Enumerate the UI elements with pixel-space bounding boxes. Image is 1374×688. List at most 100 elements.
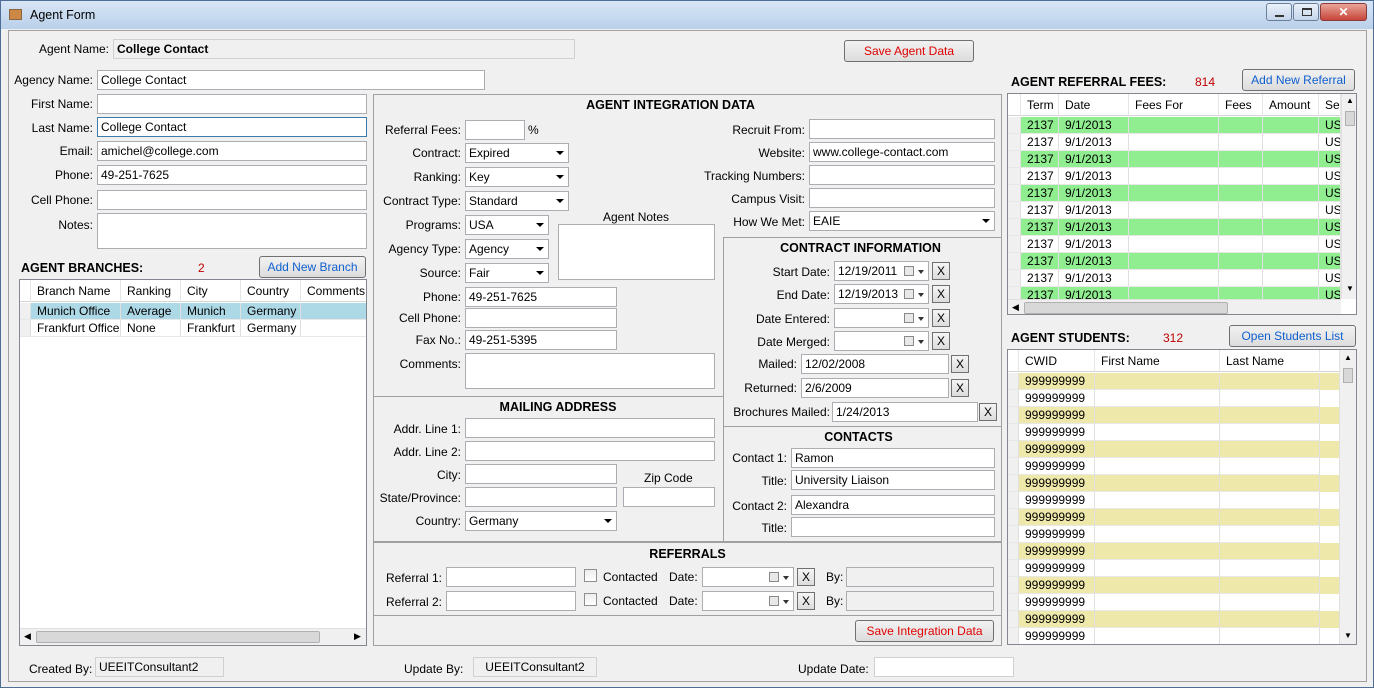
add-new-branch-button[interactable]: Add New Branch — [259, 256, 366, 278]
fee-row[interactable]: 2137 9/1/2013 US — [1008, 168, 1341, 185]
integration-cell-input[interactable] — [465, 308, 617, 328]
scroll-right-icon[interactable]: ▶ — [354, 631, 361, 642]
programs-select[interactable]: USA — [465, 215, 549, 235]
date-merged-picker[interactable] — [834, 331, 929, 351]
maximize-button[interactable] — [1293, 3, 1319, 21]
fees-col-date[interactable]: Date — [1059, 94, 1129, 116]
addr1-input[interactable] — [465, 418, 715, 438]
student-row[interactable]: 999999999 — [1008, 475, 1339, 492]
branch-row[interactable]: Munich Office Average Munich Germany — [20, 303, 366, 320]
brochures-mailed-input[interactable]: 1/24/2013 — [832, 402, 978, 422]
branches-hscrollbar[interactable]: ◀ ▶ — [20, 628, 366, 645]
referral1-date-picker[interactable] — [702, 567, 794, 587]
open-students-list-button[interactable]: Open Students List — [1229, 325, 1356, 347]
student-row[interactable]: 999999999 — [1008, 611, 1339, 628]
branch-row[interactable]: Frankfurt Office None Frankfurt Germany — [20, 320, 366, 337]
fee-row[interactable]: 2137 9/1/2013 US — [1008, 253, 1341, 270]
student-row[interactable]: 999999999 — [1008, 458, 1339, 475]
referral1-input[interactable] — [446, 567, 576, 587]
scroll-thumb[interactable] — [1024, 302, 1228, 314]
student-row[interactable]: 999999999 — [1008, 492, 1339, 509]
fees-col-fees[interactable]: Fees — [1219, 94, 1263, 116]
fee-row[interactable]: 2137 9/1/2013 US — [1008, 117, 1341, 134]
student-row[interactable]: 999999999 — [1008, 526, 1339, 543]
scroll-up-icon[interactable]: ▲ — [1344, 353, 1352, 362]
student-row[interactable]: 999999999 — [1008, 373, 1339, 390]
fee-row[interactable]: 2137 9/1/2013 US — [1008, 185, 1341, 202]
contract-select[interactable]: Expired — [465, 143, 569, 163]
end-date-picker[interactable]: 12/19/2013 — [834, 284, 929, 304]
date-entered-picker[interactable] — [834, 308, 929, 328]
phone-input[interactable]: 49-251-7625 — [97, 165, 367, 185]
fees-vscrollbar[interactable]: ▲ ▼ — [1341, 94, 1356, 299]
fee-row[interactable]: 2137 9/1/2013 US — [1008, 219, 1341, 236]
branches-col-comments[interactable]: Comments — [301, 280, 366, 302]
scroll-left-icon[interactable]: ◀ — [1012, 302, 1019, 313]
fees-col-term[interactable]: Term — [1021, 94, 1059, 116]
country-select[interactable]: Germany — [465, 511, 617, 531]
student-row[interactable]: 999999999 — [1008, 543, 1339, 560]
student-row[interactable]: 999999999 — [1008, 577, 1339, 594]
scroll-down-icon[interactable]: ▼ — [1344, 631, 1352, 640]
agent-notes-input[interactable] — [558, 224, 715, 280]
contacted1-checkbox[interactable] — [584, 569, 597, 582]
integration-phone-input[interactable]: 49-251-7625 — [465, 287, 617, 307]
clear-date-entered-button[interactable]: X — [932, 309, 950, 327]
clear-mailed-button[interactable]: X — [951, 355, 969, 373]
branches-col-city[interactable]: City — [181, 280, 241, 302]
save-agent-data-button[interactable]: Save Agent Data — [844, 40, 974, 62]
students-col-first-name[interactable]: First Name — [1095, 350, 1220, 372]
clear-referral1-date-button[interactable]: X — [797, 568, 815, 586]
branches-col-ranking[interactable]: Ranking — [121, 280, 181, 302]
scroll-left-icon[interactable]: ◀ — [24, 631, 31, 642]
student-row[interactable]: 999999999 — [1008, 594, 1339, 611]
fee-row[interactable]: 2137 9/1/2013 US — [1008, 151, 1341, 168]
clear-date-merged-button[interactable]: X — [932, 332, 950, 350]
contract-type-select[interactable]: Standard — [465, 191, 569, 211]
fees-col-ser[interactable]: Ser — [1319, 94, 1341, 116]
branches-col-country[interactable]: Country — [241, 280, 301, 302]
fee-row[interactable]: 2137 9/1/2013 US — [1008, 236, 1341, 253]
fees-hscrollbar[interactable]: ◀ — [1008, 299, 1341, 314]
comments-input[interactable] — [465, 353, 715, 389]
save-integration-data-button[interactable]: Save Integration Data — [855, 620, 994, 642]
referral-fees-input[interactable] — [465, 120, 525, 140]
contact2-input[interactable]: Alexandra — [791, 495, 995, 515]
student-row[interactable]: 999999999 — [1008, 390, 1339, 407]
mailed-input[interactable]: 12/02/2008 — [801, 354, 949, 374]
add-new-referral-button[interactable]: Add New Referral — [1242, 69, 1355, 91]
close-button[interactable]: ✕ — [1320, 3, 1367, 21]
city-input[interactable] — [465, 464, 617, 484]
fee-row[interactable]: 2137 9/1/2013 US — [1008, 134, 1341, 151]
students-col-cwid[interactable]: CWID — [1019, 350, 1095, 372]
source-select[interactable]: Fair — [465, 263, 549, 283]
fees-col-fees-for[interactable]: Fees For — [1129, 94, 1219, 116]
last-name-input[interactable]: College Contact — [97, 117, 367, 137]
title1-input[interactable]: University Liaison — [791, 470, 995, 490]
start-date-picker[interactable]: 12/19/2011 — [834, 261, 929, 281]
clear-returned-button[interactable]: X — [951, 379, 969, 397]
agency-type-select[interactable]: Agency — [465, 239, 549, 259]
clear-referral2-date-button[interactable]: X — [797, 592, 815, 610]
agency-name-input[interactable]: College Contact — [97, 70, 485, 90]
scroll-down-icon[interactable]: ▼ — [1346, 284, 1354, 293]
minimize-button[interactable] — [1266, 3, 1292, 21]
referral2-date-picker[interactable] — [702, 591, 794, 611]
fees-col-amount[interactable]: Amount — [1263, 94, 1319, 116]
returned-input[interactable]: 2/6/2009 — [801, 378, 949, 398]
scroll-thumb[interactable] — [1345, 111, 1355, 126]
clear-brochures-button[interactable]: X — [979, 403, 997, 421]
zip-input[interactable] — [623, 487, 715, 507]
ranking-select[interactable]: Key — [465, 167, 569, 187]
student-row[interactable]: 999999999 — [1008, 628, 1339, 644]
student-row[interactable]: 999999999 — [1008, 441, 1339, 458]
referral2-input[interactable] — [446, 591, 576, 611]
scroll-thumb[interactable] — [1343, 368, 1353, 383]
recruit-from-input[interactable] — [809, 119, 995, 139]
tracking-numbers-input[interactable] — [809, 165, 995, 185]
students-col-last-name[interactable]: Last Name — [1220, 350, 1320, 372]
how-we-met-select[interactable]: EAIE — [809, 211, 995, 231]
state-input[interactable] — [465, 487, 617, 507]
contacted2-checkbox[interactable] — [584, 593, 597, 606]
scroll-thumb[interactable] — [36, 631, 320, 643]
